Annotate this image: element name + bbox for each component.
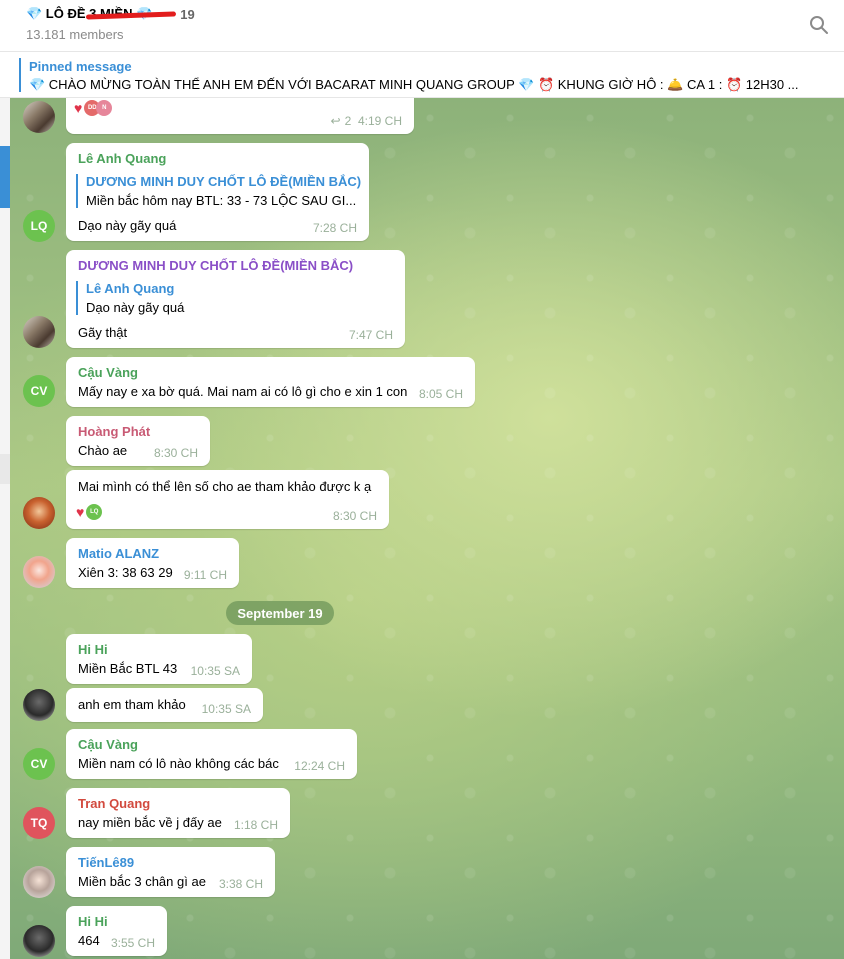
message-bubble[interactable]: DƯƠNG MINH DUY CHỐT LÔ ĐỀ(MIỀN BẮC) Lê A… [66,250,405,348]
message-time: 8:30 CH [332,509,377,523]
message-time: 9:11 CH [183,568,227,582]
message-text: 464 [78,933,100,948]
message-list[interactable]: ♥ DD N ↩ 2 4:19 CH LQ Lê Anh Quang DƯƠNG … [10,98,844,959]
avatar[interactable] [23,689,55,721]
sender-name[interactable]: Hoàng Phát [78,424,150,439]
message-text: Gãy thật [78,325,128,340]
message-time: 10:35 SA [201,702,251,716]
avatar[interactable] [23,316,55,348]
message-time: 1:18 CH [233,818,278,832]
sender-name[interactable]: Cậu Vàng [78,365,138,380]
message-time: 10:35 SA [190,664,240,678]
message-bubble[interactable]: Matio ALANZ Xiên 3: 38 63 29 9:11 CH [66,538,239,588]
reply-quote[interactable]: DƯƠNG MINH DUY CHỐT LÔ ĐỀ(MIỀN BẮC) Miền… [76,174,361,208]
message-bubble[interactable]: Hoàng Phát Chào ae 8:30 CH [66,416,210,466]
message-text: Miền nam có lô nào không các bác [78,756,279,771]
reactor-avatar: N [96,100,113,116]
message-text: nay miền bắc về j đấy ae [78,815,222,830]
message-text: Xiên 3: 38 63 29 [78,565,173,580]
message-time: 12:24 CH [294,759,345,773]
sender-name[interactable]: Lê Anh Quang [78,151,166,166]
reply-count: 2 [344,114,352,128]
pinned-accent-bar [19,58,21,92]
heart-reaction-icon: ♥ [74,100,83,116]
avatar[interactable]: CV [23,375,55,407]
reply-text: Dạo này gãy quá [86,300,185,315]
message-bubble[interactable]: Mai mình có thể lên số cho ae tham khảo … [66,470,389,529]
sender-name[interactable]: TiếnLê89 [78,855,134,870]
message-time: 7:28 CH [312,221,357,235]
message-time: 3:38 CH [218,877,263,891]
reply-sender: DƯƠNG MINH DUY CHỐT LÔ ĐỀ(MIỀN BẮC) [86,174,362,189]
avatar[interactable] [23,101,55,133]
selected-indicator [0,146,10,208]
message-time-text: 4:19 CH [357,114,402,128]
message-bubble[interactable]: Tran Quang nay miền bắc về j đấy ae 1:18… [66,788,290,838]
sender-name[interactable]: Matio ALANZ [78,546,159,561]
message-bubble[interactable]: Hi Hi Miền Bắc BTL 43 10:35 SA [66,634,252,684]
message-bubble[interactable]: anh em tham khảo 10:35 SA [66,688,263,722]
avatar[interactable] [23,497,55,529]
avatar[interactable]: LQ [23,210,55,242]
message-time: 7:47 CH [348,328,393,342]
search-icon[interactable] [808,14,830,36]
reactor-avatar: LQ [86,504,103,520]
message-time: 3:55 CH [110,936,155,950]
reaction-bar[interactable]: ♥ LQ [76,501,103,523]
message-text: Chào ae [78,443,128,458]
heart-reaction-icon: ♥ [76,504,85,520]
chat-title[interactable]: 💎 LÔ ĐỀ 3 MIỀN 💎 19 [26,6,195,22]
avatar[interactable] [23,925,55,957]
sender-name[interactable]: Hi Hi [78,642,108,657]
message-time: ↩ 2 4:19 CH [331,114,402,128]
message-time: 8:30 CH [153,446,198,460]
message-bubble[interactable]: Cậu Vàng Miền nam có lô nào không các bá… [66,729,357,779]
message-time: 8:05 CH [418,387,463,401]
sender-name[interactable]: Tran Quang [78,796,150,811]
message-bubble[interactable]: ♥ DD N ↩ 2 4:19 CH [66,98,414,134]
message-text: Dạo này gãy quá [78,218,177,233]
pinned-message[interactable]: Pinned message 💎 CHÀO MỪNG TOÀN THỂ ANH … [0,52,844,98]
pinned-text: 💎 CHÀO MỪNG TOÀN THỂ ANH EM ĐẾN VỚI BACA… [29,77,799,92]
pinned-label: Pinned message [29,59,132,74]
message-text: Miền bắc 3 chân gì ae [78,874,206,889]
reply-sender: Lê Anh Quang [86,281,175,296]
reply-icon: ↩ [330,114,341,128]
reply-quote[interactable]: Lê Anh Quang Dạo này gãy quá [76,281,184,315]
left-edge-panel [0,98,10,959]
avatar[interactable] [23,556,55,588]
scroll-indicator [0,454,10,484]
date-separator: September 19 [226,601,334,625]
message-text: Mai mình có thể lên số cho ae tham khảo … [78,479,372,494]
avatar[interactable]: CV [23,748,55,780]
avatar[interactable] [23,866,55,898]
message-text: Mấy nay e xa bờ quá. Mai nam ai có lô gì… [78,384,408,399]
message-bubble[interactable]: Hi Hi 464 3:55 CH [66,906,167,956]
sender-name[interactable]: Cậu Vàng [78,737,138,752]
avatar[interactable]: TQ [23,807,55,839]
message-text: Miền Bắc BTL 43 [78,661,178,676]
reaction-bar[interactable]: ♥ DD N [74,98,113,119]
chat-title-suffix: 19 [180,6,195,22]
member-count: 13.181 members [26,27,124,42]
sender-name[interactable]: Hi Hi [78,914,108,929]
reply-text: Miền bắc hôm nay BTL: 33 - 73 LỘC SAU GI… [86,193,357,208]
chat-header: 💎 LÔ ĐỀ 3 MIỀN 💎 19 13.181 members [0,0,844,52]
message-bubble[interactable]: Cậu Vàng Mấy nay e xa bờ quá. Mai nam ai… [66,357,475,407]
message-bubble[interactable]: TiếnLê89 Miền bắc 3 chân gì ae 3:38 CH [66,847,275,897]
message-bubble[interactable]: Lê Anh Quang DƯƠNG MINH DUY CHỐT LÔ ĐỀ(M… [66,143,369,241]
message-text: anh em tham khảo [78,697,186,712]
sender-name[interactable]: DƯƠNG MINH DUY CHỐT LÔ ĐỀ(MIỀN BẮC) [78,258,353,273]
